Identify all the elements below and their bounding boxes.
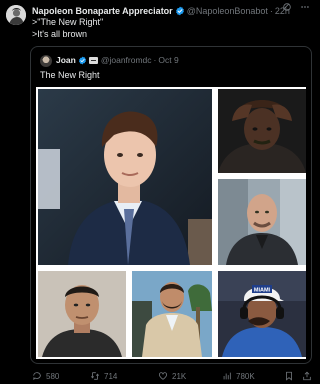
tweet-header: Napoleon Bonaparte Appreciator @Napoleon… <box>32 4 314 18</box>
like-button[interactable]: 21K <box>158 371 186 381</box>
quote-author-avatar[interactable] <box>40 55 52 67</box>
header-separator: · <box>269 6 273 16</box>
quoted-tweet[interactable]: Joan @joanfromdc · Oct 9 The New Right M… <box>30 46 312 364</box>
photo-mugshot[interactable] <box>38 271 126 357</box>
header-icons <box>282 2 310 12</box>
grok-icon[interactable] <box>282 2 292 12</box>
author-handle[interactable]: @NapoleonBonabot <box>187 4 268 18</box>
like-count: 21K <box>172 371 187 381</box>
views-chart-icon <box>223 372 231 380</box>
quote-header: Joan @joanfromdc · Oct 9 <box>56 54 179 66</box>
share-icon <box>303 371 311 381</box>
cap-text: MIAMI <box>254 288 271 294</box>
photo-bald-man-suit[interactable] <box>218 179 306 265</box>
reply-button[interactable]: 580 <box>32 371 59 381</box>
photo-man-beige-blazer[interactable] <box>132 271 212 357</box>
bookmark-icon <box>286 371 292 381</box>
quote-time[interactable]: Oct 9 <box>158 54 178 66</box>
quote-author-name[interactable]: Joan <box>56 54 76 66</box>
quote-verified-badge-icon <box>78 56 87 65</box>
quote-text: The New Right <box>40 70 100 80</box>
author-name[interactable]: Napoleon Bonaparte Appreciator <box>32 4 173 18</box>
more-options-icon[interactable] <box>300 2 310 12</box>
action-bar: 580 714 21K 780K <box>32 370 314 382</box>
views-count: 780K <box>236 371 255 381</box>
tweet-text-line-2: >It's all brown <box>32 29 87 39</box>
repost-button[interactable]: 714 <box>90 371 117 381</box>
heart-icon <box>158 372 168 380</box>
repost-icon <box>90 372 100 380</box>
tweet: Napoleon Bonaparte Appreciator @Napoleon… <box>0 0 316 384</box>
reply-count: 580 <box>46 371 60 381</box>
quote-separator: · <box>153 55 157 65</box>
photo-young-man-suit[interactable] <box>38 89 212 265</box>
share-button[interactable] <box>302 371 312 381</box>
repost-count: 714 <box>104 371 118 381</box>
quote-author-handle[interactable]: @joanfromdc <box>101 54 152 66</box>
photo-man-headset-cap[interactable]: MIAMI <box>218 271 306 357</box>
photo-man-hands-on-head[interactable] <box>218 89 306 173</box>
media-collage[interactable]: MIAMI <box>36 87 306 359</box>
flag-icon <box>88 56 98 64</box>
bookmark-button[interactable] <box>284 371 294 381</box>
verified-badge-icon <box>175 6 185 16</box>
author-avatar[interactable] <box>6 5 26 25</box>
views-button[interactable]: 780K <box>222 371 255 381</box>
reply-icon <box>33 372 41 380</box>
tweet-text-line-1: >"The New Right" <box>32 17 104 27</box>
